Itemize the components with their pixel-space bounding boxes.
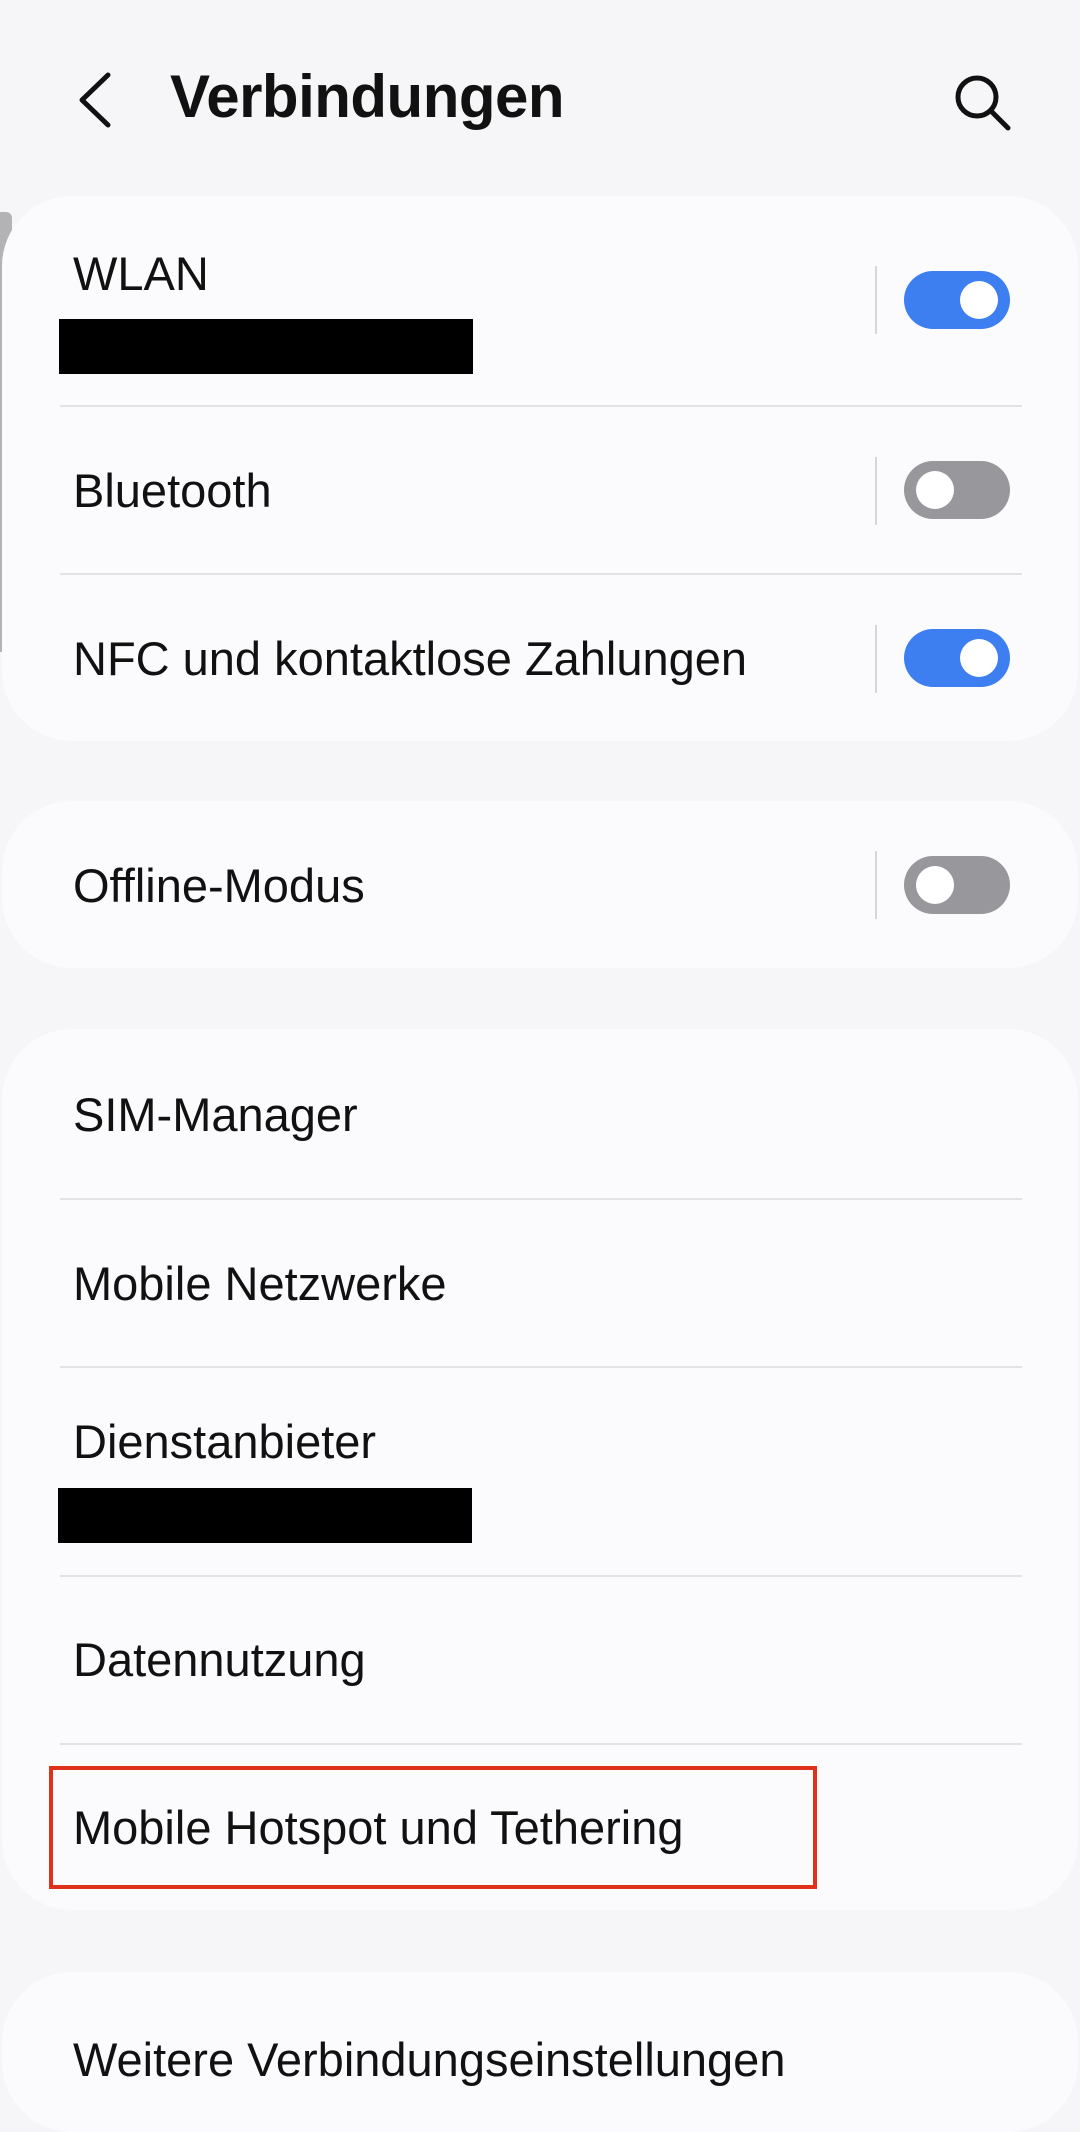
nfc-row[interactable]: NFC und kontaktlose Zahlungen [2,575,1078,741]
wlan-label: WLAN [73,247,209,300]
sim-manager-row[interactable]: SIM-Manager [2,1029,1078,1198]
divider-vertical [875,851,877,919]
offline-mode-row[interactable]: Offline-Modus [2,801,1078,968]
divider-vertical [875,625,877,693]
sim-manager-label: SIM-Manager [73,1088,358,1141]
data-usage-row[interactable]: Datennutzung [2,1577,1078,1743]
offline-mode-label: Offline-Modus [73,859,365,912]
more-settings-card: Weitere Verbindungseinstellungen [2,1972,1078,2132]
provider-label: Dienstanbieter [73,1415,377,1468]
network-card: SIM-Manager Mobile Netzwerke Dienstanbie… [2,1029,1078,1910]
nfc-label: NFC und kontaktlose Zahlungen [73,632,748,685]
hotspot-tethering-label: Mobile Hotspot und Tethering [73,1801,684,1854]
offline-mode-toggle[interactable] [904,856,1010,914]
provider-row[interactable]: Dienstanbieter [2,1368,1078,1576]
page-title: Verbindungen [170,63,565,130]
offline-card: Offline-Modus [2,801,1078,968]
toggle-knob [916,471,954,509]
mobile-networks-row[interactable]: Mobile Netzwerke [2,1200,1078,1367]
more-connection-settings-row[interactable]: Weitere Verbindungseinstellungen [2,1972,1078,2132]
connectivity-card: WLAN Bluetooth NFC und kontaktlose Zahlu… [2,196,1078,741]
wlan-row[interactable]: WLAN [2,196,1078,406]
divider-vertical [875,457,877,525]
bluetooth-label: Bluetooth [73,464,272,517]
divider-vertical [875,266,877,334]
bluetooth-row[interactable]: Bluetooth [2,407,1078,573]
chevron-left-icon[interactable] [70,70,120,130]
toggle-knob [960,639,998,677]
hotspot-tethering-row[interactable]: Mobile Hotspot und Tethering [2,1745,1078,1910]
wlan-toggle[interactable] [904,271,1010,329]
nfc-toggle[interactable] [904,629,1010,687]
app-header: Verbindungen [0,0,1080,200]
toggle-knob [960,281,998,319]
toggle-knob [916,866,954,904]
mobile-networks-label: Mobile Netzwerke [73,1257,447,1310]
bluetooth-toggle[interactable] [904,461,1010,519]
more-connection-settings-label: Weitere Verbindungseinstellungen [73,2033,786,2086]
redacted-provider-name [58,1488,472,1543]
redacted-wlan-network [59,319,473,374]
data-usage-label: Datennutzung [73,1633,366,1686]
search-icon[interactable] [950,70,1014,134]
